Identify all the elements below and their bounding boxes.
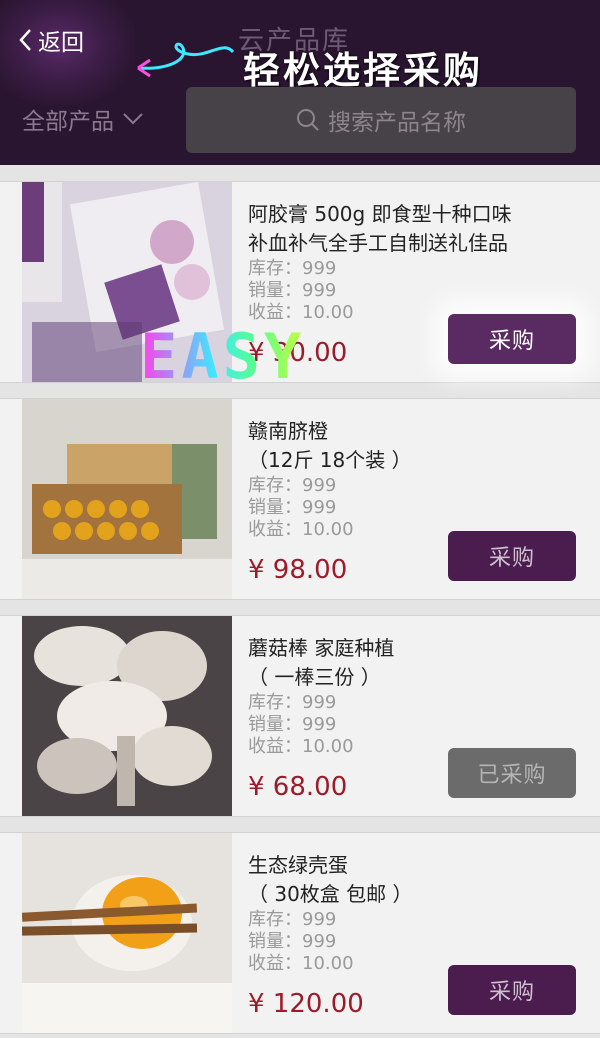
- purchased-button[interactable]: 已采购: [448, 748, 576, 798]
- product-stock: 库存：999: [248, 909, 337, 930]
- product-name-line1: 蘑菇棒 家庭种植: [248, 636, 395, 660]
- product-info: 生态绿壳蛋 （ 30枚盒 包邮 ） 库存：999 销量：999 收益：10.00: [248, 851, 568, 975]
- product-name-line1: 阿胶膏 500g 即食型十种口味: [248, 202, 512, 226]
- product-info: 阿胶膏 500g 即食型十种口味 补血补气全手工自制送礼佳品 库存：999 销量…: [248, 200, 568, 324]
- search-placeholder: 搜索产品名称: [328, 110, 466, 136]
- product-name-line2: （ 30枚盒 包邮 ）: [248, 882, 413, 906]
- product-info: 赣南脐橙 （12斤 18个装 ） 库存：999 销量：999 收益：10.00: [248, 417, 568, 541]
- product-name-line2: （12斤 18个装 ）: [248, 448, 412, 472]
- product-card: 蘑菇棒 家庭种植 （ 一棒三份 ） 库存：999 销量：999 收益：10.00…: [0, 615, 600, 817]
- category-label: 全部产品: [22, 109, 114, 135]
- product-sales: 销量：999: [248, 280, 337, 301]
- easy-badge: EASY: [140, 320, 306, 393]
- purchase-button[interactable]: 采购: [448, 531, 576, 581]
- product-image-orange: [22, 399, 232, 599]
- product-price: ¥ 98.00: [248, 555, 348, 585]
- header-bar: 返回 云产品库 轻松选择采购 全部产品 搜索产品名称: [0, 0, 600, 165]
- product-sales: 销量：999: [248, 714, 337, 735]
- chevron-down-icon: [123, 113, 143, 125]
- search-input[interactable]: 搜索产品名称: [186, 87, 576, 153]
- product-stock: 库存：999: [248, 475, 337, 496]
- product-image-egg: [22, 833, 232, 1033]
- product-name-line1: 生态绿壳蛋: [248, 853, 348, 877]
- product-sales: 销量：999: [248, 931, 337, 952]
- product-name-line2: （ 一棒三份 ）: [248, 665, 381, 689]
- search-icon: [297, 109, 319, 131]
- product-stock: 库存：999: [248, 258, 337, 279]
- purchase-button[interactable]: 采购: [448, 314, 576, 364]
- product-card: 赣南脐橙 （12斤 18个装 ） 库存：999 销量：999 收益：10.00 …: [0, 398, 600, 600]
- product-card: 生态绿壳蛋 （ 30枚盒 包邮 ） 库存：999 销量：999 收益：10.00…: [0, 832, 600, 1034]
- promo-text: 轻松选择采购: [243, 49, 483, 92]
- product-info: 蘑菇棒 家庭种植 （ 一棒三份 ） 库存：999 销量：999 收益：10.00: [248, 634, 568, 758]
- product-name-line2: 补血补气全手工自制送礼佳品: [248, 231, 508, 255]
- product-image-mushroom: [22, 616, 232, 816]
- product-name-line1: 赣南脐橙: [248, 419, 328, 443]
- back-button[interactable]: 返回: [18, 22, 84, 58]
- category-dropdown[interactable]: 全部产品: [22, 102, 144, 136]
- back-label: 返回: [38, 30, 84, 56]
- product-stock: 库存：999: [248, 692, 337, 713]
- arrow-swoosh-icon: [137, 42, 235, 78]
- product-sales: 销量：999: [248, 497, 337, 518]
- chevron-left-icon: [19, 29, 31, 51]
- product-price: ¥ 68.00: [248, 772, 348, 802]
- product-price: ¥ 120.00: [248, 989, 364, 1019]
- purchase-button[interactable]: 采购: [448, 965, 576, 1015]
